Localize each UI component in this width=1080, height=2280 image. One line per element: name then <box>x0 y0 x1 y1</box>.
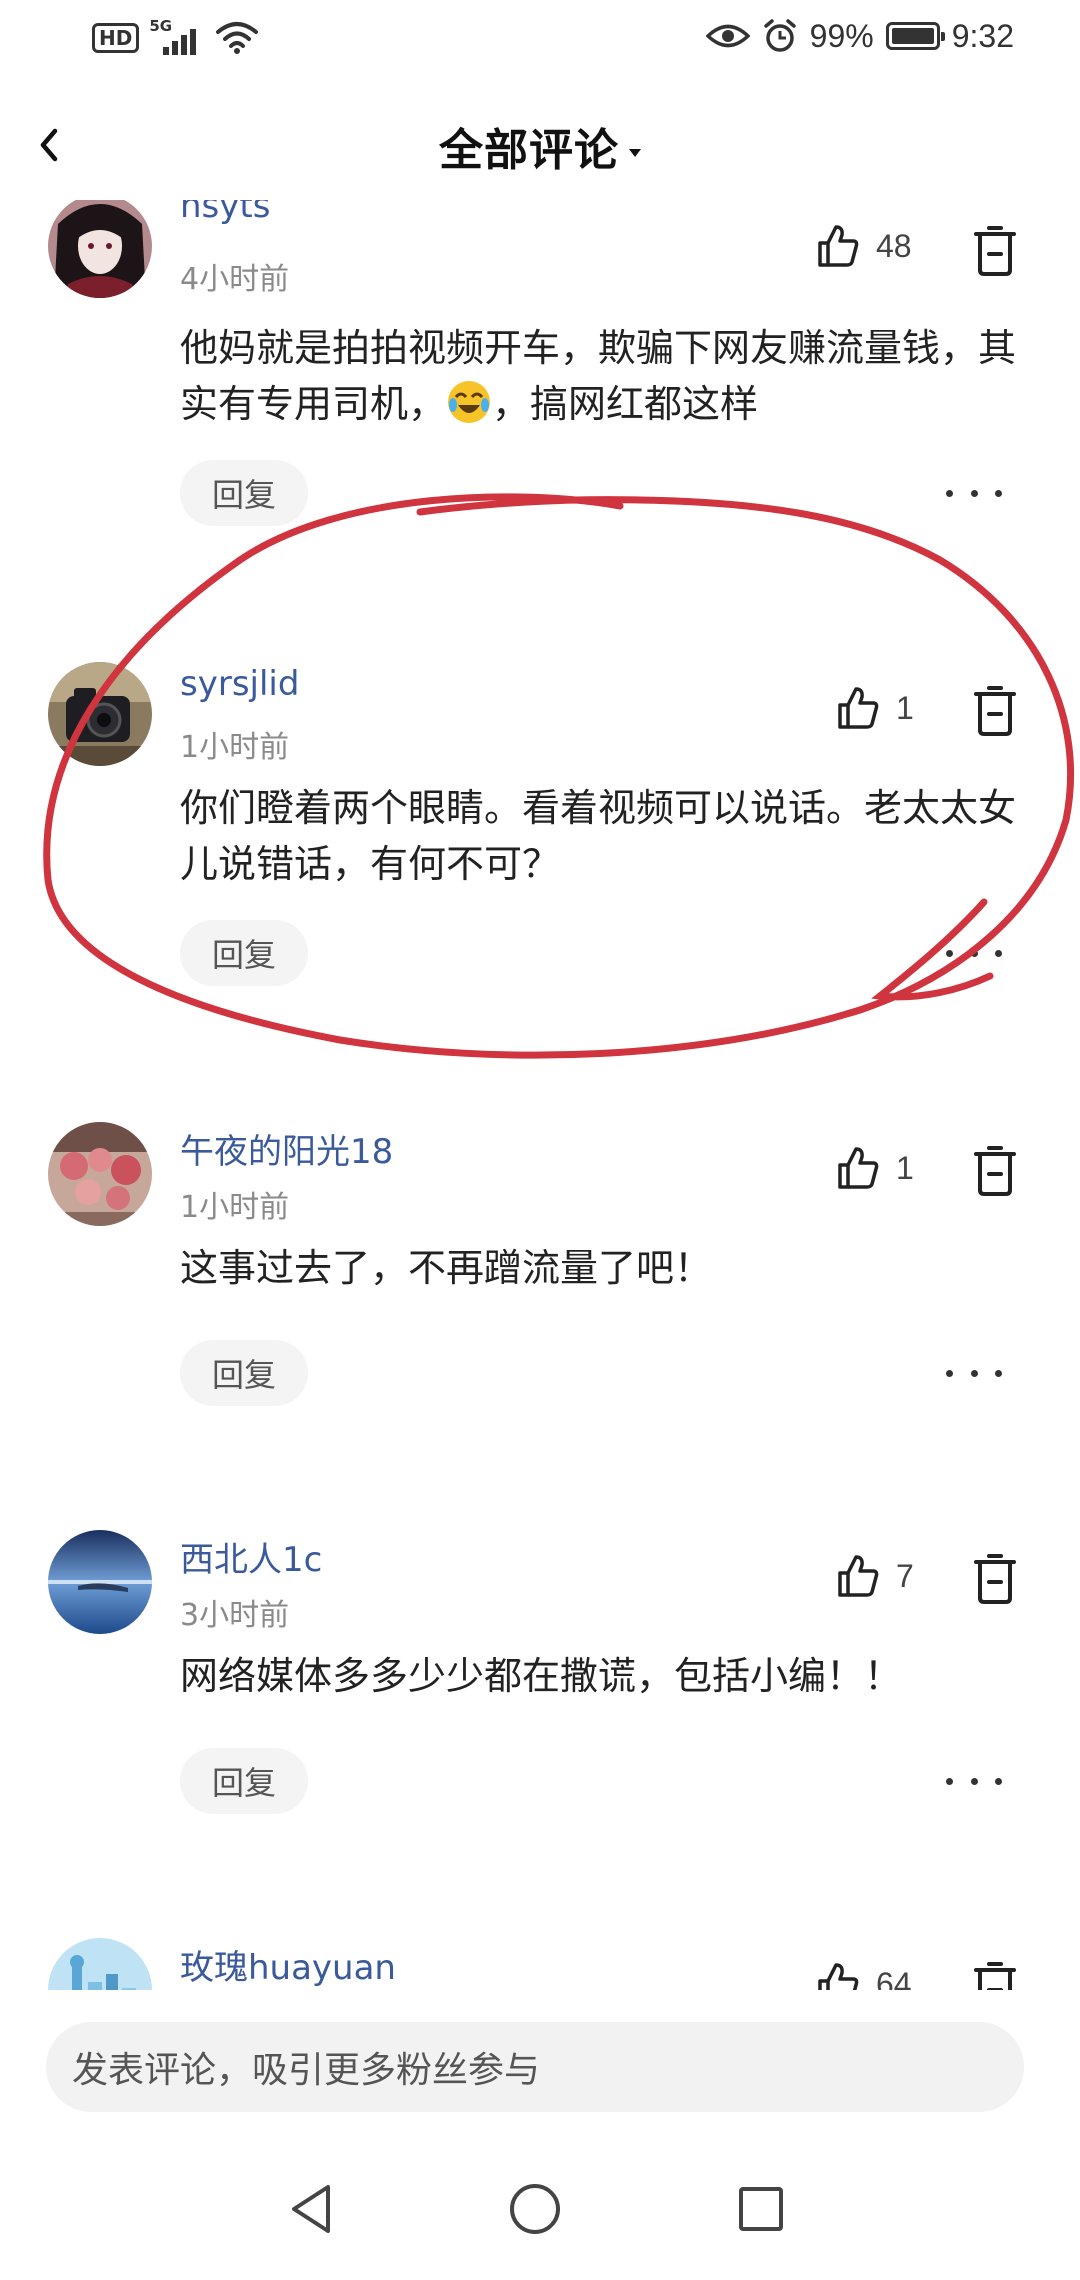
avatar[interactable] <box>48 1122 152 1226</box>
timestamp: 1小时前 <box>180 1190 290 1225</box>
title-dropdown[interactable]: 全部评论 <box>0 114 1080 178</box>
battery-percent: 99% <box>809 17 874 54</box>
avatar[interactable] <box>48 200 152 298</box>
timestamp: 4小时前 <box>180 262 290 297</box>
back-triangle-icon <box>292 2185 330 2233</box>
avatar[interactable] <box>48 1530 152 1634</box>
like-button[interactable]: 1 <box>836 1136 914 1200</box>
reply-button[interactable]: 回复 <box>180 1340 308 1406</box>
wifi-icon <box>216 22 259 54</box>
eye-icon <box>705 24 750 48</box>
like-count: 1 <box>896 689 914 726</box>
reply-button[interactable]: 回复 <box>180 920 308 986</box>
thumbs-up-icon <box>838 1147 879 1189</box>
reply-button[interactable]: 回复 <box>180 460 308 526</box>
thumbs-up-icon <box>838 687 879 729</box>
delete-button[interactable] <box>970 682 1020 738</box>
username[interactable]: 玫瑰huayuan <box>180 1940 396 1989</box>
like-button[interactable]: 7 <box>836 1544 914 1608</box>
username[interactable]: 西北人1c <box>180 1532 322 1581</box>
status-right: 99% 9:32 <box>705 14 1014 58</box>
timestamp: 1小时前 <box>180 730 290 765</box>
delete-button[interactable] <box>970 222 1020 278</box>
avatar[interactable] <box>48 662 152 766</box>
crying-laughing-emoji <box>448 381 491 423</box>
delete-button[interactable] <box>970 1142 1020 1198</box>
comment-item: 西北人1c 3小时前 7 网络媒体多多少少都在撒谎，包括小编！！ 回复 <box>0 1530 1080 1830</box>
clock: 9:32 <box>951 17 1014 54</box>
more-options-button[interactable] <box>946 1353 1002 1393</box>
nav-back-button[interactable] <box>276 2174 346 2244</box>
nav-home-button[interactable] <box>500 2174 570 2244</box>
status-left: HD 5G <box>92 17 259 58</box>
more-options-button[interactable] <box>946 1761 1002 1801</box>
comment-item: syrsjlid 1小时前 1 你们瞪着两个眼睛。看着视频可以说话。老太太女儿说… <box>0 662 1080 986</box>
trash-icon <box>974 686 1016 736</box>
system-nav-bar <box>0 2150 1080 2280</box>
nav-recents-button[interactable] <box>726 2174 796 2244</box>
trash-icon <box>974 1146 1016 1196</box>
comment-item: nsyts 4小时前 48 他妈就是拍拍视频开车，欺骗下网友赚流量钱，其实有专用… <box>0 200 1080 526</box>
comment-text-part: ，搞网红都这样 <box>492 382 759 426</box>
hd-badge: HD <box>92 23 140 53</box>
comment-item: 午夜的阳光18 1小时前 1 这事过去了，不再蹭流量了吧！ 回复 <box>0 1122 1080 1422</box>
more-options-button[interactable] <box>946 473 1002 513</box>
battery-icon <box>885 22 945 50</box>
username[interactable]: 午夜的阳光18 <box>180 1124 393 1173</box>
comment-text: 他妈就是拍拍视频开车，欺骗下网友赚流量钱，其实有专用司机， ，搞网红都这样 <box>180 320 1030 432</box>
like-count: 1 <box>896 1149 914 1186</box>
like-count: 48 <box>876 227 912 264</box>
status-bar: HD 5G 99% 9:32 <box>0 0 1080 80</box>
like-button[interactable]: 48 <box>816 214 912 278</box>
thumbs-up-icon <box>838 1555 879 1597</box>
thumbs-up-icon <box>818 225 859 267</box>
username[interactable]: syrsjlid <box>180 664 299 704</box>
comment-text: 网络媒体多多少少都在撒谎，包括小编！！ <box>180 1654 903 1698</box>
more-options-button[interactable] <box>946 933 1002 973</box>
alarm-icon <box>763 19 796 52</box>
comment-text: 你们瞪着两个眼睛。看着视频可以说话。老太太女儿说错话，有何不可？ <box>180 786 1017 886</box>
trash-icon <box>974 1554 1016 1604</box>
input-placeholder: 发表评论，吸引更多粉丝参与 <box>72 2050 541 2091</box>
comment-text: 这事过去了，不再蹭流量了吧！ <box>180 1246 713 1290</box>
comment-list[interactable]: nsyts 4小时前 48 他妈就是拍拍视频开车，欺骗下网友赚流量钱，其实有专用… <box>0 200 1080 2020</box>
like-button[interactable]: 1 <box>836 676 914 740</box>
header: 全部评论 <box>0 80 1080 210</box>
timestamp: 3小时前 <box>180 1598 290 1633</box>
home-circle-icon <box>510 2184 560 2234</box>
username[interactable]: nsyts <box>180 200 270 226</box>
recents-square-icon <box>739 2187 783 2231</box>
signal-icon: 5G <box>149 17 205 57</box>
comment-input[interactable]: 发表评论，吸引更多粉丝参与 <box>46 2022 1024 2112</box>
trash-icon <box>974 226 1016 276</box>
reply-button[interactable]: 回复 <box>180 1748 308 1814</box>
page-title: 全部评论 <box>439 125 619 176</box>
caret-down-icon <box>629 148 641 157</box>
delete-button[interactable] <box>970 1550 1020 1606</box>
like-count: 7 <box>896 1557 914 1594</box>
